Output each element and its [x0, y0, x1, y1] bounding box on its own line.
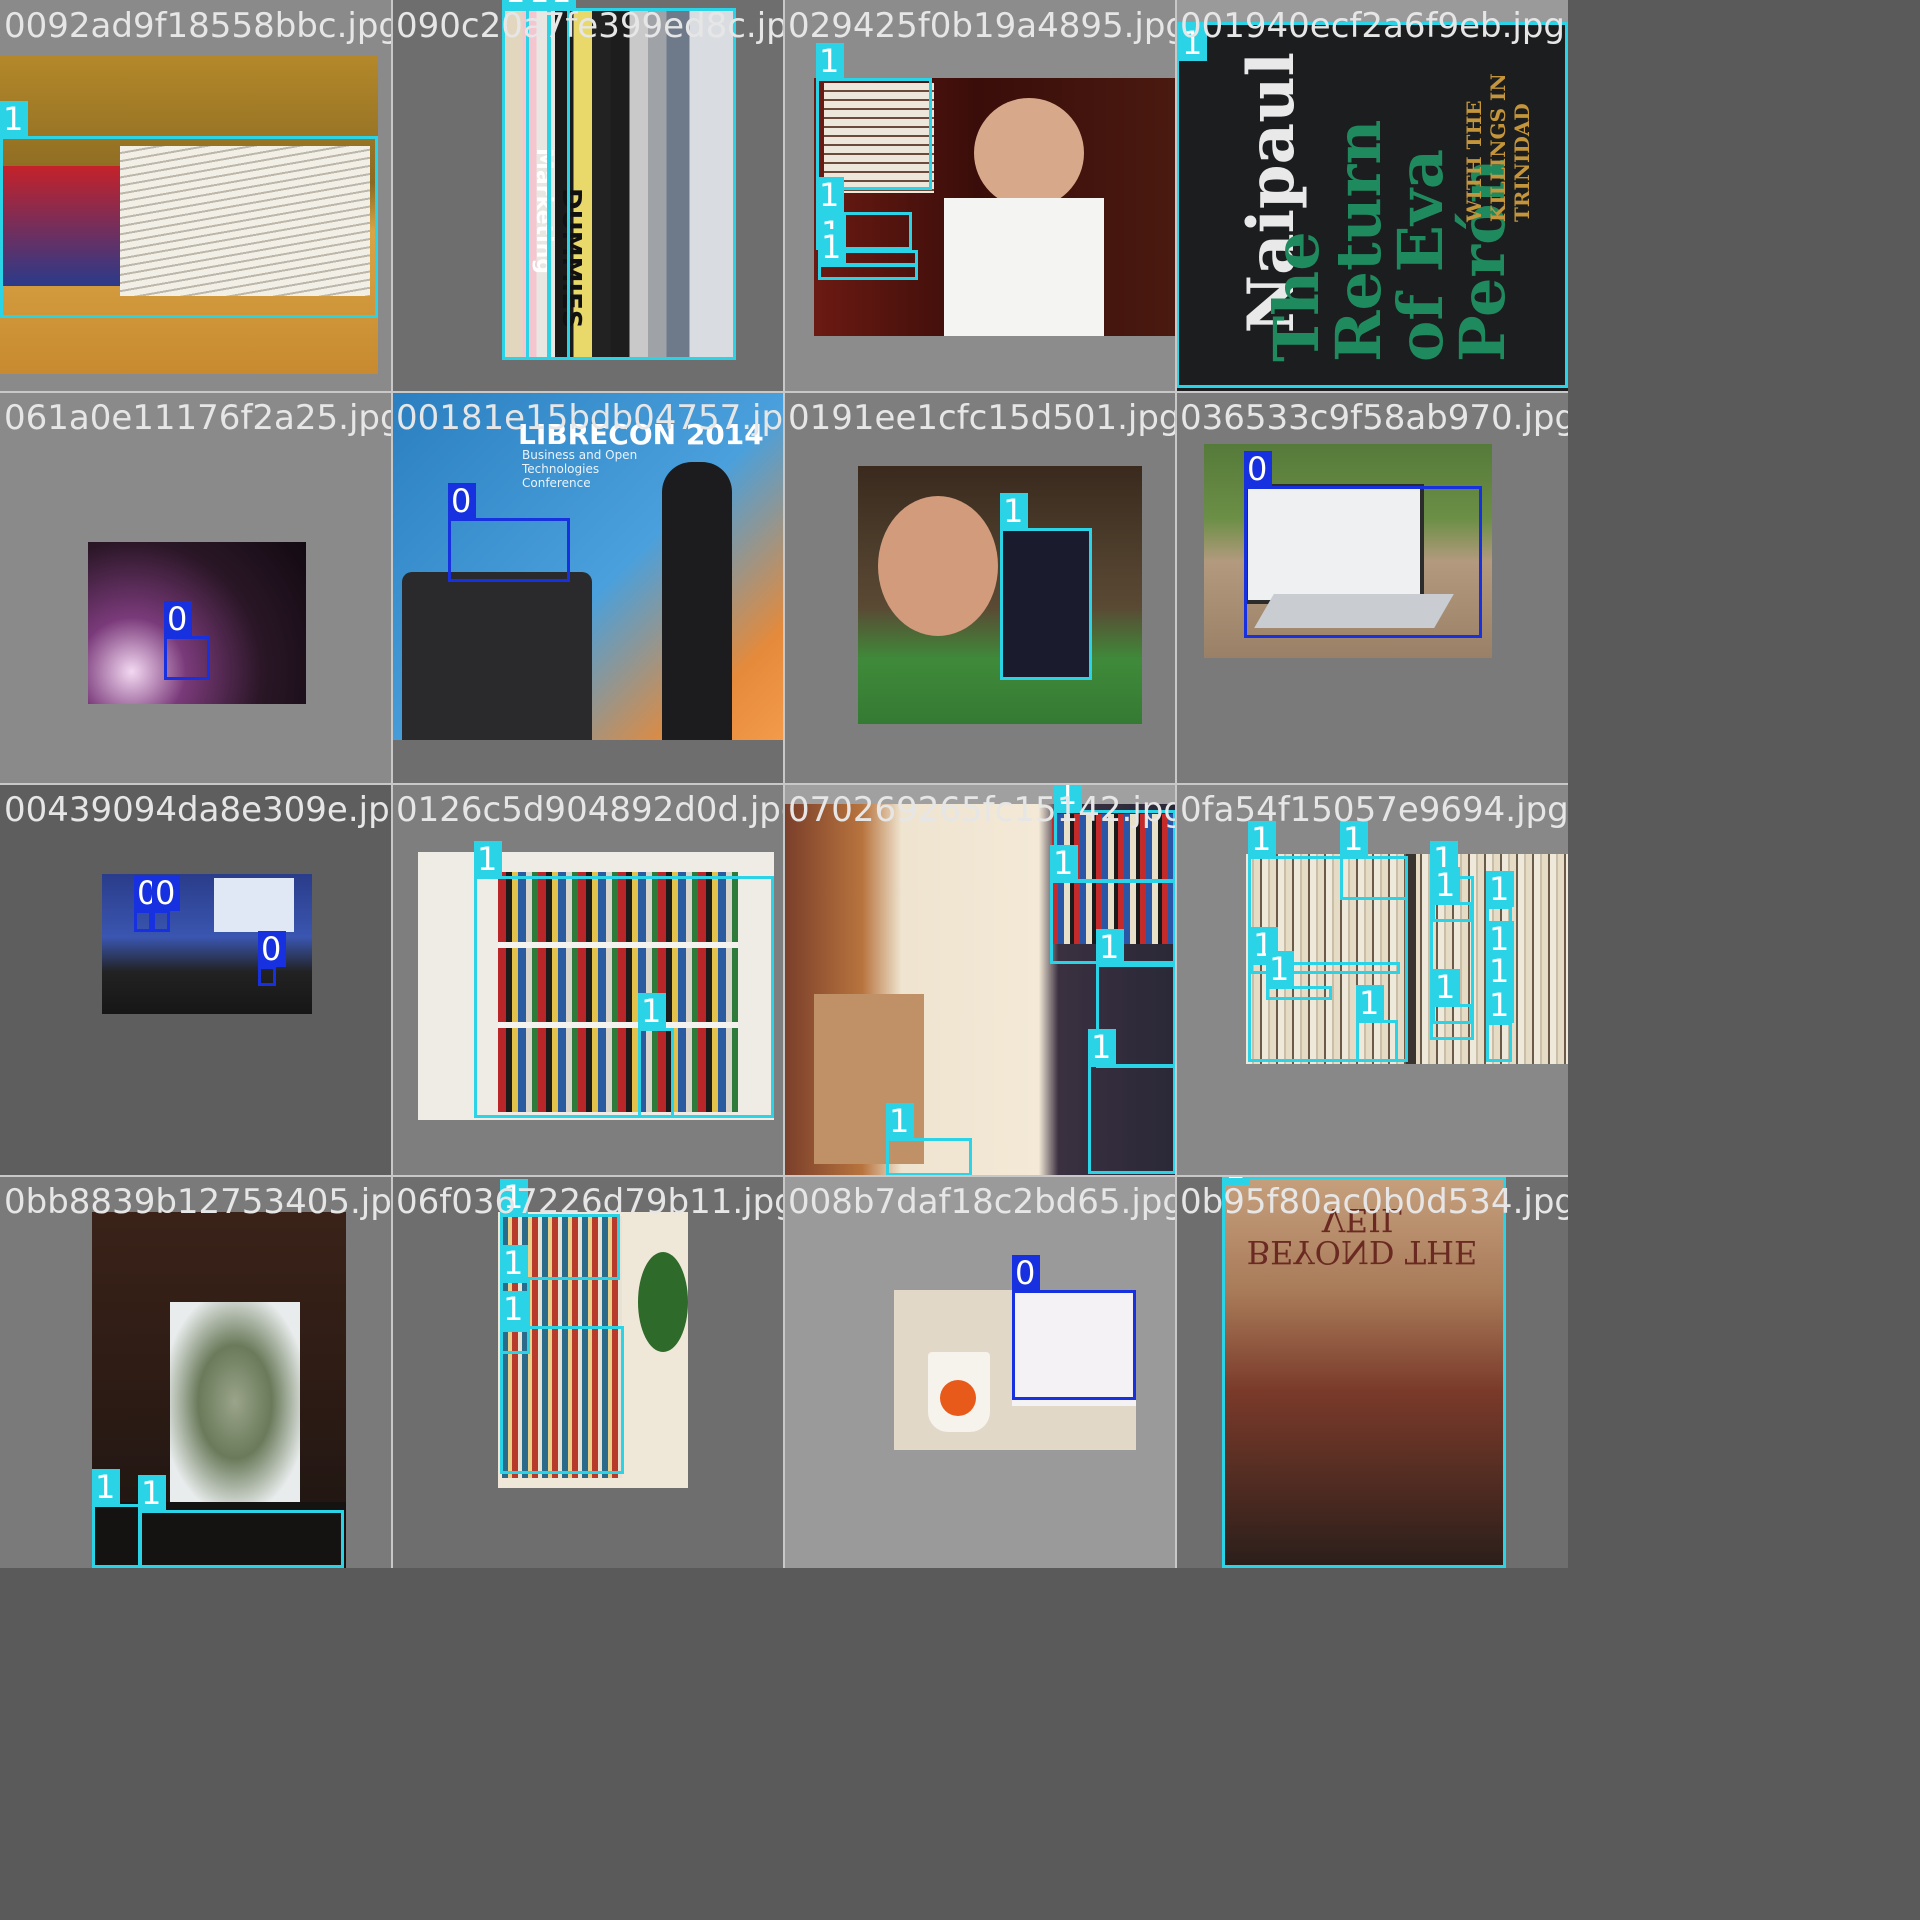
filename-label: 090c20a7fe399ed8c.jpg [396, 6, 784, 46]
box-label: 1 [816, 43, 844, 79]
bounding-box: 0 [152, 875, 180, 932]
bounding-box: 0 [134, 875, 162, 932]
box-label: 1 [500, 1291, 528, 1327]
tile: 0 008b7daf18c2bd65.jpg [784, 1176, 1176, 1568]
box-label: 1 [1096, 929, 1124, 965]
box-label: 0 [152, 875, 180, 911]
filename-label: 0092ad9f18558bbc.jpg [4, 6, 392, 46]
bounding-box: 1 [138, 1475, 344, 1568]
bounding-box: 1 [1340, 821, 1408, 900]
bounding-box: 1 [816, 43, 932, 190]
grid-divider [0, 1175, 1568, 1177]
bounding-box: 1 [886, 1103, 972, 1176]
bounding-box: 1 [500, 1291, 624, 1474]
filename-label: 00181e15bdb04757.jpg [396, 398, 784, 438]
tile: 1 0092ad9f18558bbc.jpg [0, 0, 392, 392]
filename-label: 008b7daf18c2bd65.jpg [788, 1182, 1176, 1222]
tile: 1 0191ee1cfc15d501.jpg [784, 392, 1176, 784]
box-label: 1 [1486, 871, 1514, 907]
bounding-box: 1 [526, 0, 554, 360]
filename-label: 0bb8839b12753405.jpg [4, 1182, 392, 1222]
filename-label: 070269265fc15142.jpg [788, 790, 1176, 830]
filename-label: 036533c9f58ab970.jpg [1180, 398, 1568, 438]
box-label: 0 [164, 601, 192, 637]
bounding-box: 1 [1266, 951, 1332, 1000]
tile: LIBRECON 2014 Business and Open Technolo… [392, 392, 784, 784]
filename-label: 061a0e11176f2a25.jpg [4, 398, 392, 438]
tile: 1 1 1 1 06f0367226d79b11.jpg [392, 1176, 784, 1568]
box-label: 1 [1356, 985, 1384, 1021]
box-label: 1 [0, 101, 28, 137]
box-label: 1 [500, 1245, 528, 1281]
bounding-box: 0 [258, 931, 286, 986]
bounding-box: 1 [1432, 969, 1472, 1024]
tile: BEYOND THE VEIL 1 0b95f80ac0b0d534.jpg [1176, 1176, 1568, 1568]
bounding-box: 1 [0, 101, 378, 318]
filename-label: 0191ee1cfc15d501.jpg [788, 398, 1176, 438]
box-label: 1 [92, 1469, 120, 1505]
tile: 0 0 0 00439094da8e309e.jpg [0, 784, 392, 1176]
image-mosaic: 1 0092ad9f18558bbc.jpg Marketing DUMMIES… [0, 0, 1920, 1920]
box-label: 1 [1486, 953, 1514, 989]
bounding-box: 1 [1088, 1029, 1176, 1174]
tile: 1 1 1 1 1 070269265fc15142.jpg [784, 784, 1176, 1176]
box-label: 0 [448, 483, 476, 519]
tile: Marketing DUMMIES 1 1 1 090c20a7fe399ed8… [392, 0, 784, 392]
tile: 1 1 1 1 1 1 1 1 1 1 1 1 0fa54f15057e9694… [1176, 784, 1568, 1176]
tile: 1 1 0bb8839b12753405.jpg [0, 1176, 392, 1568]
bounding-box: 1 [1176, 22, 1568, 388]
grid-divider [0, 783, 1568, 785]
box-label: 0 [1012, 1255, 1040, 1291]
bounding-box: 1 [474, 841, 774, 1118]
tile: 0 036533c9f58ab970.jpg [1176, 392, 1568, 784]
box-label: 1 [1486, 987, 1514, 1023]
box-label: 1 [1000, 493, 1028, 529]
box-label: 1 [474, 841, 502, 877]
bounding-box: 1 [1486, 987, 1514, 1062]
bounding-box: 1 [1432, 867, 1472, 922]
box-label: 1 [138, 1475, 166, 1511]
box-label: 1 [816, 177, 844, 213]
bounding-box: 0 [164, 601, 210, 680]
bounding-box: 1 [1222, 1176, 1506, 1568]
filename-label: 06f0367226d79b11.jpg [396, 1182, 784, 1222]
box-label: 1 [1266, 951, 1294, 987]
grid-divider [0, 391, 1568, 393]
banner-tagline: Business and Open Technologies Conferenc… [522, 448, 638, 490]
box-label: 1 [1432, 867, 1460, 903]
filename-label: 0fa54f15057e9694.jpg [1180, 790, 1568, 830]
tile: 0 061a0e11176f2a25.jpg [0, 392, 392, 784]
tile: 1 1 0126c5d904892d0d.jpg [392, 784, 784, 1176]
box-label: 1 [1088, 1029, 1116, 1065]
tile: Naipaul The Return of Eva Perón WITH THE… [1176, 0, 1568, 392]
box-label: 1 [1432, 969, 1460, 1005]
bounding-box: 1 [1000, 493, 1092, 680]
bounding-box: 1 [638, 993, 674, 1118]
box-label: 1 [886, 1103, 914, 1139]
box-label: 1 [638, 993, 666, 1029]
bounding-box: 0 [1244, 451, 1482, 638]
filename-label: 0b95f80ac0b0d534.jpg [1180, 1182, 1568, 1222]
box-label: 1 [818, 229, 846, 265]
filename-label: 029425f0b19a4895.jpg [788, 6, 1176, 46]
tile: 1 1 1 1 029425f0b19a4895.jpg [784, 0, 1176, 392]
box-label: 0 [1244, 451, 1272, 487]
bounding-box: 1 [818, 229, 918, 280]
bounding-box: 1 [92, 1469, 142, 1568]
filename-label: 00439094da8e309e.jpg [4, 790, 392, 830]
box-label: 0 [258, 931, 286, 967]
bounding-box: 0 [448, 483, 570, 582]
filename-label: 001940ecf2a6f9eb.jpg [1180, 6, 1565, 46]
bounding-box: 1 [1356, 985, 1398, 1062]
box-label: 1 [1050, 845, 1078, 881]
bounding-box: 0 [1012, 1255, 1136, 1400]
bounding-box: 1 [548, 0, 576, 360]
filename-label: 0126c5d904892d0d.jpg [396, 790, 784, 830]
